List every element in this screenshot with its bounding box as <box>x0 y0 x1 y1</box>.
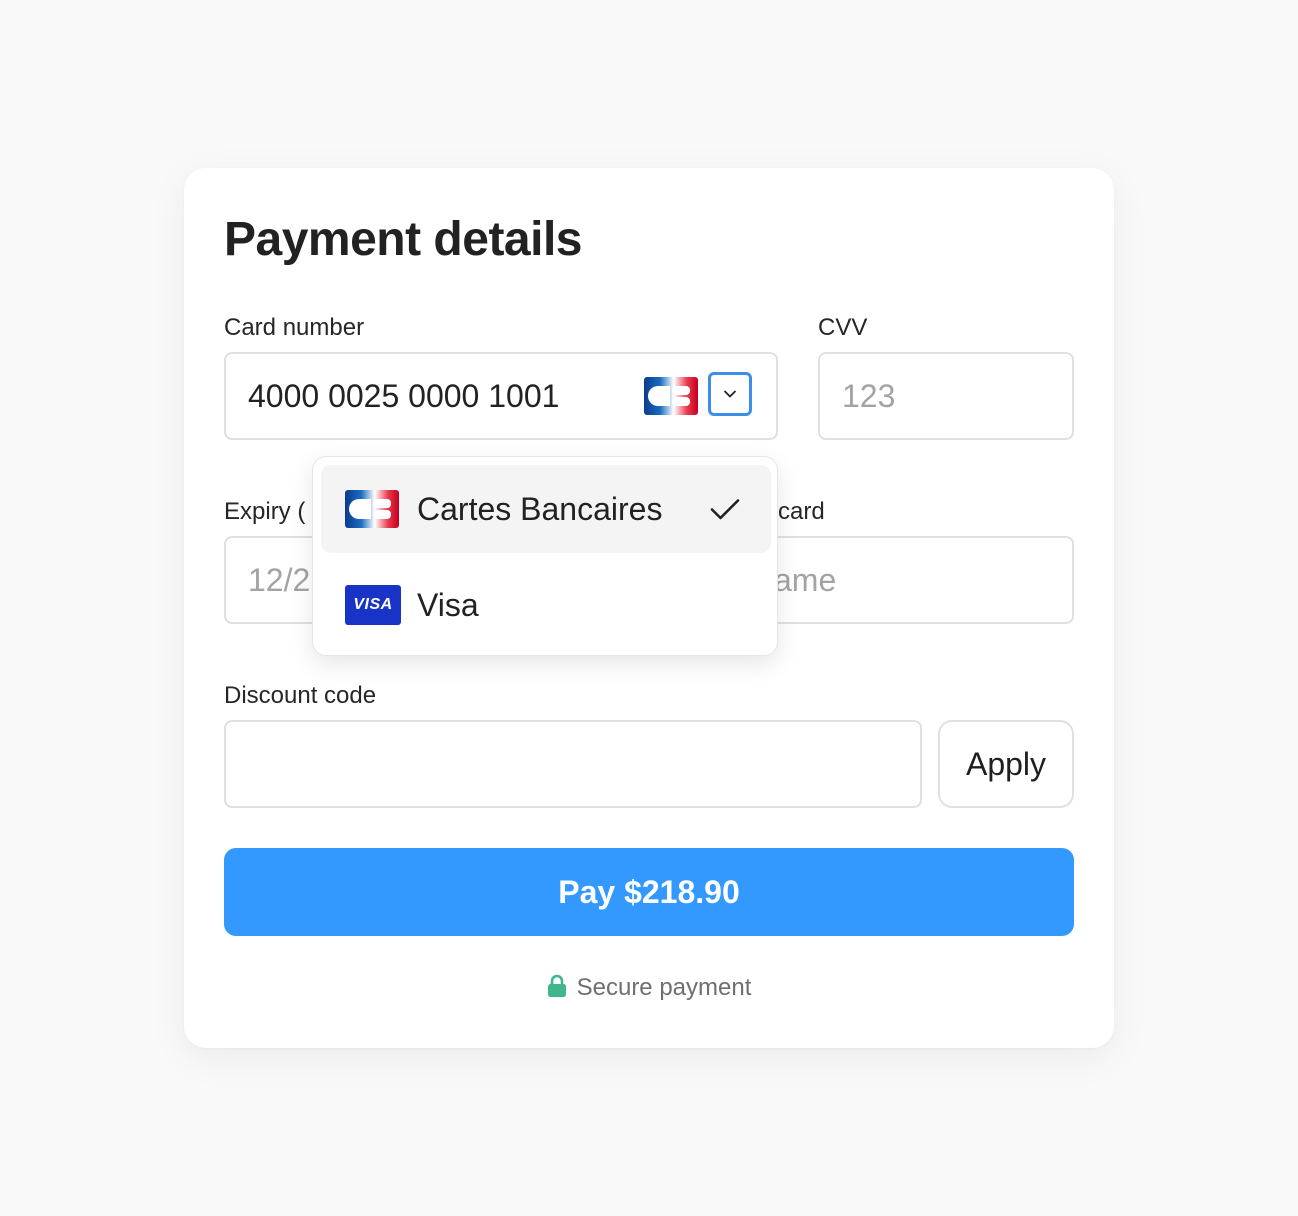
cvv-input[interactable] <box>842 354 1050 438</box>
page-title: Payment details <box>224 213 582 266</box>
discount-code-label: Discount code <box>224 682 377 709</box>
discount-code-input[interactable] <box>248 722 898 806</box>
cartes-bancaires-logo-icon <box>644 377 698 415</box>
brand-option-cartes-bancaires[interactable]: Cartes Bancaires <box>321 465 771 553</box>
card-brand-dropdown-button[interactable] <box>708 372 752 416</box>
brand-option-label: Cartes Bancaires <box>417 491 663 527</box>
brand-option-visa[interactable]: VISA Visa <box>321 561 771 649</box>
pay-button[interactable]: Pay $218.90 <box>224 848 1074 936</box>
card-number-field <box>224 352 778 440</box>
secure-payment-note: Secure payment <box>184 974 1114 1005</box>
name-on-card-label: card <box>778 498 825 525</box>
visa-logo-icon: VISA <box>345 585 401 625</box>
discount-code-field <box>224 720 922 808</box>
card-number-label: Card number <box>224 314 365 341</box>
secure-payment-text: Secure payment <box>576 974 752 1001</box>
cvv-label: CVV <box>818 314 868 341</box>
expiry-label: Expiry ( <box>224 498 306 525</box>
checkmark-icon <box>709 493 741 530</box>
cartes-bancaires-logo-icon <box>345 490 399 528</box>
card-number-input[interactable] <box>248 354 628 438</box>
brand-option-label: Visa <box>417 587 479 623</box>
name-on-card-field <box>744 536 1074 624</box>
card-brand-menu: Cartes Bancaires VISA Visa <box>312 456 778 656</box>
apply-discount-button[interactable]: Apply <box>938 720 1074 808</box>
lock-icon <box>547 974 567 1005</box>
name-on-card-input[interactable] <box>774 538 1054 622</box>
cvv-field <box>818 352 1074 440</box>
payment-card: Payment details Card number CVV Expiry (… <box>184 168 1114 1048</box>
